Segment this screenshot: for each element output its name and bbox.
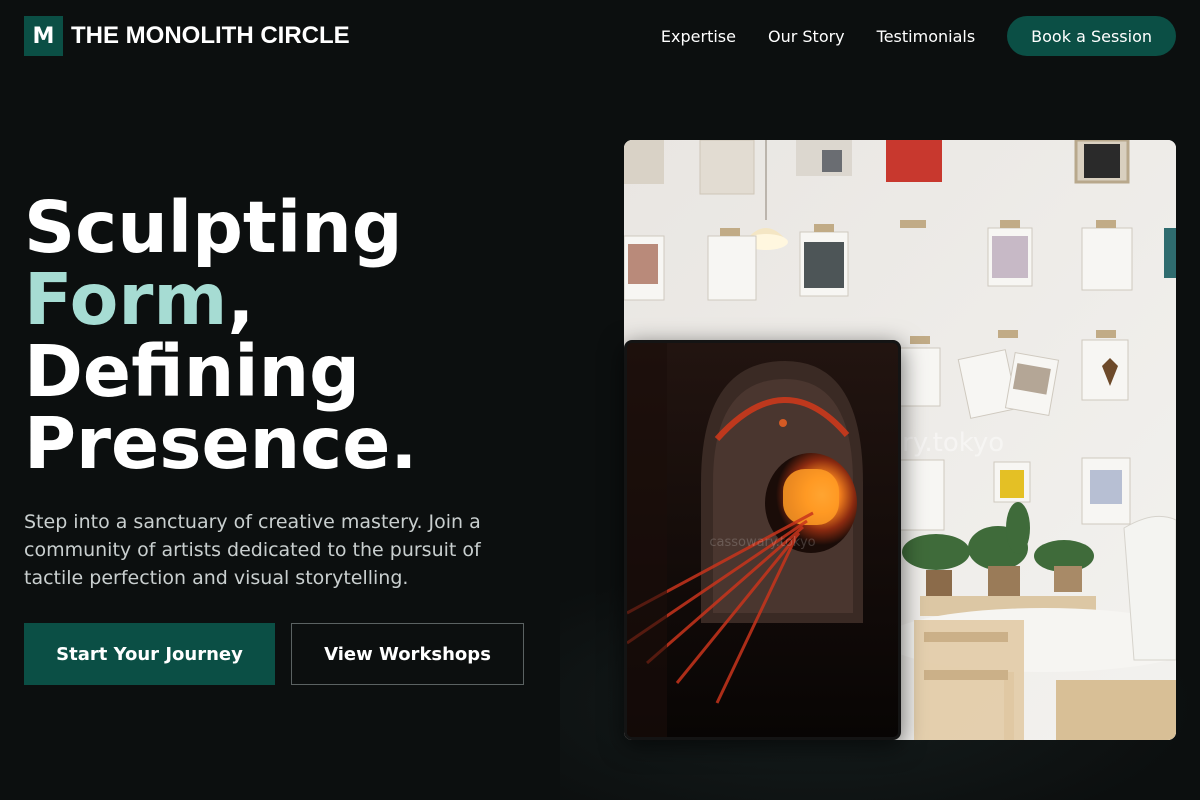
nav-link-testimonials[interactable]: Testimonials [877,27,976,46]
main-photo-watermark: ry.tokyo [902,428,1005,458]
brand-name: THE MONOLITH CIRCLE [71,22,350,49]
hero-title-accent: Form [24,258,228,341]
view-workshops-button[interactable]: View Workshops [291,623,524,685]
hero-title: Sculpting Form, Defining Presence. [24,192,584,480]
hero-title-line4: Presence. [24,402,418,485]
hero-title-line3: Defining [24,330,360,413]
kiln-photo: cassowary.tokyo [624,340,901,740]
brand-logo[interactable]: M THE MONOLITH CIRCLE [24,16,350,56]
nav-link-expertise[interactable]: Expertise [661,27,736,46]
site-header: M THE MONOLITH CIRCLE Expertise Our Stor… [0,0,1200,72]
book-session-button[interactable]: Book a Session [1007,16,1176,56]
main-nav: Expertise Our Story Testimonials Book a … [629,16,1176,56]
hero-subtitle: Step into a sanctuary of creative master… [24,511,481,589]
landing-page: M THE MONOLITH CIRCLE Expertise Our Stor… [0,0,1200,800]
hero-title-line1: Sculpting [24,186,403,269]
start-journey-button[interactable]: Start Your Journey [24,623,275,685]
hero-title-comma: , [227,258,255,341]
brand-mark: M [24,16,63,56]
inset-photo-watermark: cassowary.tokyo [709,535,816,550]
nav-link-our-story[interactable]: Our Story [768,27,845,46]
